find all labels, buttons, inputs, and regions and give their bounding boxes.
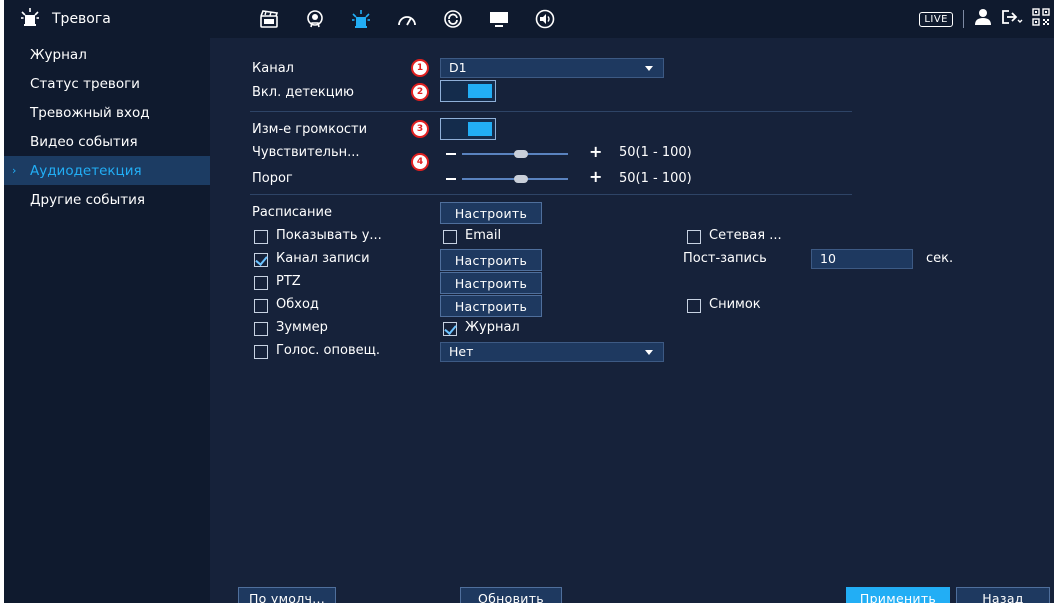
refresh-icon[interactable] xyxy=(430,0,476,38)
sidebar-item-audio-detection[interactable]: › Аудиодетекция xyxy=(4,156,210,185)
schedule-configure-button[interactable]: Настроить xyxy=(440,202,542,224)
enable-detection-label: Вкл. детекцию xyxy=(252,85,354,100)
network-checkbox[interactable] xyxy=(687,230,701,244)
tour-label: Обход xyxy=(276,297,319,312)
callout-badge-2: 2 xyxy=(411,83,429,101)
buzzer-checkbox[interactable] xyxy=(254,322,268,336)
sidebar-item-label: Тревожный вход xyxy=(30,104,150,121)
show-message-checkbox[interactable] xyxy=(254,230,268,244)
logout-icon[interactable] xyxy=(1000,8,1024,30)
sidebar-item-alarm-input[interactable]: Тревожный вход xyxy=(4,98,210,127)
ptz-configure-button[interactable]: Настроить xyxy=(440,272,542,294)
email-label: Email xyxy=(465,228,502,243)
callout-badge-1: 1 xyxy=(411,59,429,77)
record-channel-configure-button[interactable]: Настроить xyxy=(440,249,542,271)
enable-detection-toggle[interactable] xyxy=(440,80,496,102)
back-button[interactable]: Назад xyxy=(956,587,1050,603)
gauge-icon[interactable] xyxy=(384,0,430,38)
snapshot-label: Снимок xyxy=(709,297,761,312)
callout-badge-3: 3 xyxy=(411,120,429,138)
alarm-light-icon xyxy=(20,7,40,31)
snapshot-checkbox[interactable] xyxy=(687,299,701,313)
sidebar-item-label: Аудиодетекция xyxy=(30,162,142,179)
ptz-checkbox[interactable] xyxy=(254,276,268,290)
section-divider xyxy=(250,111,852,112)
channel-select[interactable]: D1 xyxy=(440,58,664,78)
sidebar-item-alarm-status[interactable]: Статус тревоги xyxy=(4,69,210,98)
default-button[interactable]: По умолч... xyxy=(238,587,336,603)
buzzer-label: Зуммер xyxy=(276,320,328,335)
log-label: Журнал xyxy=(465,320,520,335)
network-label: Сетевая ... xyxy=(709,228,782,243)
record-channel-label: Канал записи xyxy=(276,251,370,266)
alarm-icon[interactable] xyxy=(338,0,384,38)
chevron-down-icon xyxy=(645,350,653,355)
sensitivity-decrease-button[interactable] xyxy=(446,153,456,155)
face-ai-icon[interactable] xyxy=(292,0,338,38)
post-record-label: Пост-запись xyxy=(683,251,767,266)
section-divider xyxy=(250,194,852,195)
page-title: Тревога xyxy=(52,11,111,27)
schedule-label: Расписание xyxy=(252,205,332,220)
apply-button[interactable]: Применить xyxy=(846,587,950,603)
voice-prompt-select[interactable]: Нет xyxy=(440,342,664,362)
email-checkbox[interactable] xyxy=(443,230,457,244)
film-icon[interactable] xyxy=(246,0,292,38)
record-channel-checkbox[interactable] xyxy=(254,253,268,267)
live-button[interactable]: LIVE xyxy=(919,11,953,27)
voice-prompt-checkbox[interactable] xyxy=(254,345,268,359)
callout-badge-4: 4 xyxy=(411,153,429,171)
toggle-knob xyxy=(468,122,492,136)
refresh-button[interactable]: Обновить xyxy=(460,587,562,603)
threshold-value: 50(1 - 100) xyxy=(619,171,692,186)
sidebar-item-label: Видео события xyxy=(30,133,138,150)
sensitivity-increase-button[interactable]: + xyxy=(589,144,602,160)
threshold-label: Порог xyxy=(252,171,293,186)
sidebar-item-log[interactable]: Журнал xyxy=(4,40,210,69)
chevron-right-icon: › xyxy=(12,164,17,177)
threshold-slider-thumb[interactable] xyxy=(514,175,528,183)
main-nav xyxy=(246,0,568,38)
sensitivity-slider-thumb[interactable] xyxy=(514,150,528,158)
post-record-input[interactable]: 10 xyxy=(811,249,913,269)
qr-code-icon[interactable] xyxy=(1032,8,1050,30)
sidebar: Журнал Статус тревоги Тревожный вход Вид… xyxy=(4,38,210,603)
user-icon[interactable] xyxy=(974,8,992,30)
chevron-down-icon xyxy=(645,66,653,71)
top-right-controls: LIVE xyxy=(919,0,1050,38)
volume-change-toggle[interactable] xyxy=(440,118,496,140)
main-panel: Канал 1 D1 Вкл. детекцию 2 Изм-е громкос… xyxy=(214,38,1054,603)
app-window: Тревога LIVE Журнал Статус тревоги Трево… xyxy=(4,0,1054,603)
top-bar: Тревога LIVE xyxy=(4,0,1054,38)
tour-checkbox[interactable] xyxy=(254,299,268,313)
speaker-icon[interactable] xyxy=(522,0,568,38)
volume-change-label: Изм-е громкости xyxy=(252,122,368,137)
monitor-icon[interactable] xyxy=(476,0,522,38)
channel-label: Канал xyxy=(252,61,294,76)
sensitivity-value: 50(1 - 100) xyxy=(619,145,692,160)
sidebar-item-video-events[interactable]: Видео события xyxy=(4,127,210,156)
sidebar-item-other-events[interactable]: Другие события xyxy=(4,185,210,214)
show-message-label: Показывать у... xyxy=(276,228,382,243)
log-checkbox[interactable] xyxy=(443,322,457,336)
threshold-decrease-button[interactable] xyxy=(446,178,456,180)
channel-select-value: D1 xyxy=(449,60,467,75)
app-title-area: Тревога xyxy=(20,0,111,38)
ptz-label: PTZ xyxy=(276,274,301,289)
tour-configure-button[interactable]: Настроить xyxy=(440,295,542,317)
sensitivity-label: Чувствительн... xyxy=(252,145,360,160)
sidebar-item-label: Другие события xyxy=(30,191,145,208)
voice-prompt-select-value: Нет xyxy=(449,344,474,359)
divider xyxy=(963,10,964,28)
voice-prompt-label: Голос. оповещ. xyxy=(276,343,380,358)
toggle-knob xyxy=(468,84,492,98)
post-record-unit: сек. xyxy=(926,251,954,266)
sidebar-item-label: Журнал xyxy=(30,46,87,63)
threshold-increase-button[interactable]: + xyxy=(589,169,602,185)
sidebar-item-label: Статус тревоги xyxy=(30,75,140,92)
